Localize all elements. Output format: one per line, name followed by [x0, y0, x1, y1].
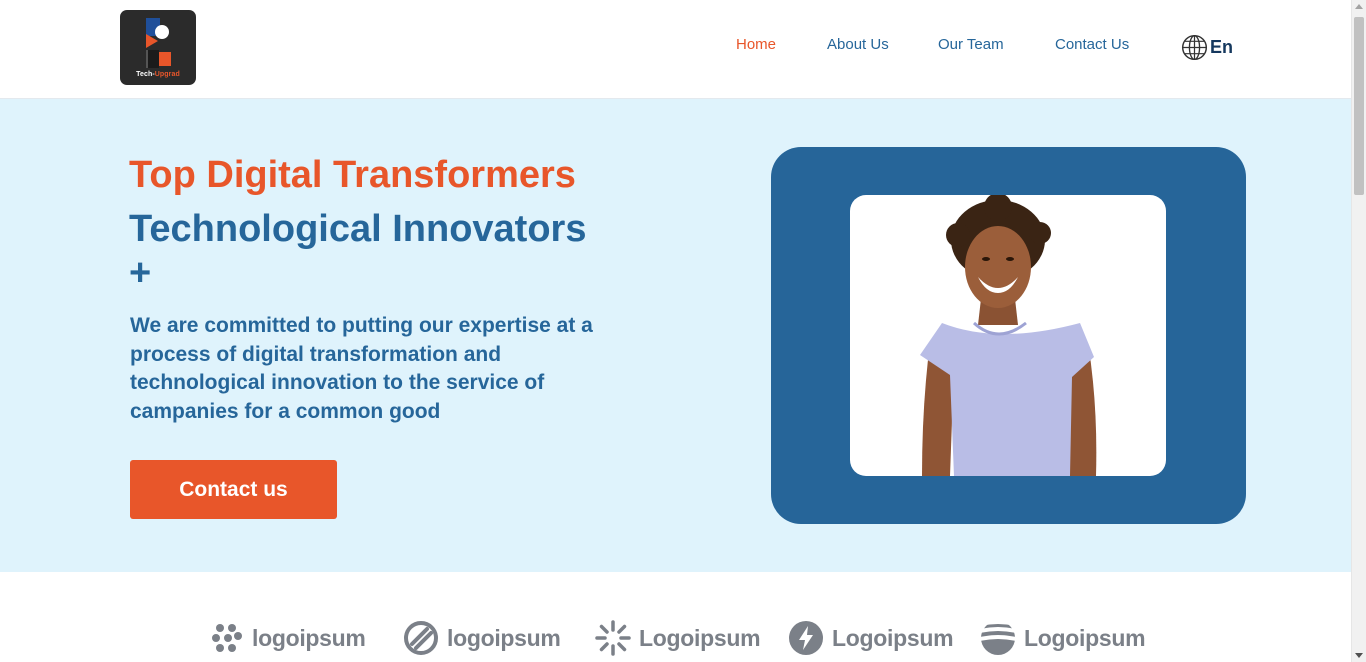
nav-contact-us[interactable]: Contact Us	[1055, 36, 1129, 53]
partner-logo-3[interactable]: Logoipsum	[595, 618, 761, 658]
contact-us-button[interactable]: Contact us	[130, 460, 337, 519]
partner-logo-2[interactable]: logoipsum	[403, 618, 561, 658]
logo-dark-block	[146, 50, 159, 68]
language-label: En	[1210, 37, 1234, 57]
sunburst-logo-icon	[595, 620, 631, 656]
scrollbar-thumb[interactable]	[1354, 17, 1364, 195]
hero-title-secondary: Technological Innovators	[129, 208, 587, 250]
circle-slash-logo-icon	[404, 621, 438, 655]
partner-logo-1-name: logoipsum	[252, 624, 366, 651]
hero-photo	[850, 195, 1166, 476]
nav-home[interactable]: Home	[736, 36, 776, 53]
brand-logo[interactable]: Tech-Upgrad	[120, 10, 196, 85]
hero-plus-sign: +	[129, 252, 152, 294]
partner-logo-4-name: Logoipsum	[832, 624, 954, 651]
dots-logo-icon	[212, 624, 242, 652]
site-header: Tech-Upgrad Home About Us Our Team Conta…	[0, 0, 1351, 99]
partner-logo-5-name: Logoipsum	[1024, 624, 1146, 651]
smiling-woman-illustration	[920, 195, 1097, 476]
wave-globe-logo-icon	[981, 621, 1015, 655]
scroll-up-arrow-icon[interactable]	[1355, 4, 1363, 9]
page: Tech-Upgrad Home About Us Our Team Conta…	[0, 0, 1351, 662]
partner-logo-5[interactable]: Logoipsum	[980, 618, 1146, 658]
partner-logo-3-name: Logoipsum	[639, 624, 761, 651]
partner-logo-1[interactable]: logoipsum	[208, 618, 366, 658]
nav-about-us[interactable]: About Us	[827, 36, 889, 53]
language-switcher[interactable]: En	[1181, 34, 1233, 61]
partner-logo-4[interactable]: Logoipsum	[788, 618, 954, 658]
page-scrollbar[interactable]	[1351, 0, 1366, 662]
logo-wordmark: Tech-Upgrad	[136, 71, 180, 78]
logo-red-block	[159, 52, 171, 66]
scroll-down-arrow-icon[interactable]	[1355, 653, 1363, 658]
hero-title-primary: Top Digital Transformers	[129, 154, 576, 196]
hero-description: We are committed to putting our expertis…	[130, 314, 593, 423]
nav-our-team[interactable]: Our Team	[938, 36, 1004, 53]
partner-logo-2-name: logoipsum	[447, 624, 561, 651]
lightning-logo-icon	[789, 621, 823, 655]
globe-icon	[1181, 34, 1208, 61]
logo-white-dot	[155, 25, 169, 39]
